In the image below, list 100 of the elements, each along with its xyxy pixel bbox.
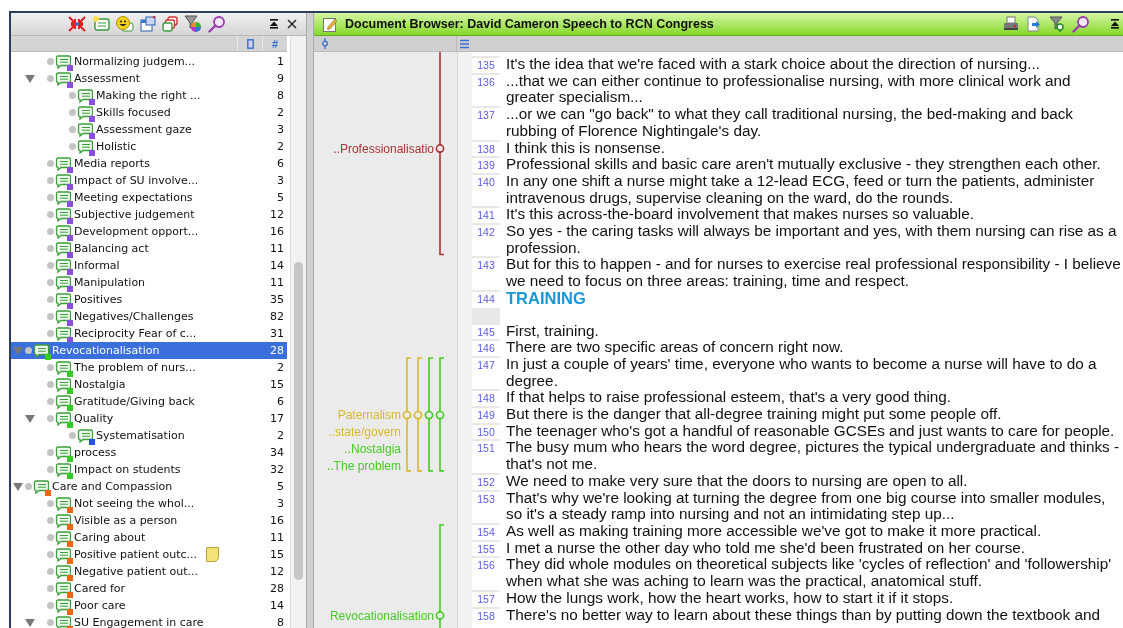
- shrink-arrows-icon: [68, 16, 86, 32]
- color-funnel-icon: [184, 15, 202, 33]
- tree-item[interactable]: Poor care 14: [11, 597, 288, 614]
- code-icon: [55, 309, 71, 324]
- color-funnel-button[interactable]: [183, 15, 203, 33]
- code-icon: [55, 190, 71, 205]
- tree-item[interactable]: Manipulation 11: [11, 274, 288, 291]
- shrink-arrows-button[interactable]: [67, 16, 87, 32]
- code-margin-icon[interactable]: [321, 38, 329, 49]
- item-label: Cared for: [74, 582, 126, 595]
- dot-icon: [69, 126, 76, 133]
- column-icon[interactable]: [246, 38, 254, 49]
- smiley-button[interactable]: [115, 16, 135, 32]
- item-count: 3: [277, 497, 285, 510]
- item-label: Gratitude/Giving back: [74, 395, 195, 408]
- expand-arrow-icon[interactable]: [25, 415, 35, 423]
- code-icon: [55, 71, 71, 86]
- export-document-button[interactable]: [1025, 15, 1043, 33]
- dot-icon: [25, 483, 32, 490]
- search-icon: [1072, 15, 1090, 33]
- tree-item[interactable]: Cared for 28: [11, 580, 288, 597]
- item-count: 82: [270, 310, 285, 323]
- item-count: 9: [277, 72, 285, 85]
- tree-item[interactable]: Nostalgia 15: [11, 376, 288, 393]
- item-count: 17: [270, 412, 285, 425]
- window-button[interactable]: [139, 16, 157, 32]
- paragraph: ...or we can "go back" to what they call traditional nursing, the bed-making and back rubbing of Florence Nightingale's day.: [506, 105, 1073, 139]
- code-icon: [77, 105, 93, 120]
- tree-item[interactable]: Systematisation 2: [11, 427, 288, 444]
- tree-item[interactable]: Development opport... 16: [11, 223, 288, 240]
- item-count: 16: [270, 225, 285, 238]
- expand-arrow-icon[interactable]: [25, 619, 35, 627]
- windows-button[interactable]: [161, 16, 179, 32]
- dot-icon: [47, 58, 54, 65]
- tree-item[interactable]: Positives 35: [11, 291, 288, 308]
- filter-button[interactable]: [1048, 15, 1066, 33]
- tree-item[interactable]: Negative patient out... 12: [11, 563, 288, 580]
- tree-item[interactable]: Assessment gaze 3: [11, 121, 288, 138]
- dot-icon: [47, 398, 54, 405]
- tree-item[interactable]: Caring about 11: [11, 529, 288, 546]
- search-button[interactable]: [207, 15, 227, 33]
- item-label: Systematisation: [96, 429, 185, 442]
- item-label: Negatives/Challenges: [74, 310, 194, 323]
- tree-item[interactable]: Quality 17: [11, 410, 288, 427]
- code-icon: [55, 173, 71, 188]
- code-icon: [55, 275, 71, 290]
- tree-item[interactable]: Assessment 9: [11, 70, 288, 87]
- item-label: Assessment: [74, 72, 140, 85]
- expand-arrow-icon[interactable]: [25, 75, 35, 83]
- printer-icon: [1003, 16, 1019, 32]
- item-count: 8: [277, 89, 285, 102]
- paragraph: There's no better way to learn about these things than by putting down the textbook and: [506, 605, 1100, 623]
- tree-item[interactable]: Revocationalisation 28: [11, 342, 288, 359]
- paragraph: I think this is nonsense.: [506, 138, 665, 156]
- dot-icon: [25, 347, 32, 354]
- code-label[interactable]: ..Professionalisatio: [333, 140, 434, 157]
- code-icon: [55, 598, 71, 613]
- search-button[interactable]: [1071, 15, 1091, 33]
- section-heading: TRAINING: [506, 288, 586, 307]
- memo-note-icon[interactable]: [206, 547, 220, 562]
- tree-item[interactable]: The problem of nurs... 2: [11, 359, 288, 376]
- tree-item[interactable]: Visible as a person 16: [11, 512, 288, 529]
- tree-item[interactable]: SU Engagement in care 8: [11, 614, 288, 628]
- tree-item[interactable]: Media reports 6: [11, 155, 288, 172]
- paragraph: If that helps to raise professional esteem, that's a very good thing.: [506, 388, 952, 406]
- tree-item[interactable]: Holistic 2: [11, 138, 288, 155]
- lines-icon[interactable]: [460, 38, 469, 49]
- tree-item[interactable]: Meeting expectations 5: [11, 189, 288, 206]
- tree-item[interactable]: Making the right ... 8: [11, 87, 288, 104]
- code-icon: [55, 615, 71, 628]
- tree-item[interactable]: Care and Compassion 5: [11, 478, 288, 495]
- item-label: Subjective judgement: [74, 208, 195, 221]
- tree-item[interactable]: Subjective judgement 12: [11, 206, 288, 223]
- scrollbar-thumb[interactable]: [294, 262, 303, 580]
- tree-item[interactable]: Not seeing the whol... 3: [11, 495, 288, 512]
- tree-item[interactable]: Normalizing judgem... 1: [11, 53, 288, 70]
- dot-icon: [47, 415, 54, 422]
- tree-item[interactable]: process 34: [11, 444, 288, 461]
- dot-icon: [69, 432, 76, 439]
- printer-button[interactable]: [1002, 15, 1020, 33]
- tree-item[interactable]: Impact of SU involve... 3: [11, 172, 288, 189]
- tree-item[interactable]: Informal 14: [11, 257, 288, 274]
- tree-item[interactable]: Balancing act 11: [11, 240, 288, 257]
- dot-icon: [69, 92, 76, 99]
- item-label: Making the right ...: [96, 89, 201, 102]
- pencil-note-icon: [323, 16, 338, 32]
- item-count: 5: [277, 480, 285, 493]
- tree-item[interactable]: Reciprocity Fear of c... 31: [11, 325, 288, 342]
- code-bracket[interactable]: [435, 52, 445, 256]
- item-label: Quality: [74, 412, 114, 425]
- tree-item[interactable]: Positive patient outc... 15: [11, 546, 288, 563]
- dot-icon: [47, 160, 54, 167]
- item-count: 8: [277, 616, 285, 628]
- tree-item[interactable]: Impact on students 32: [11, 461, 288, 478]
- tree-item[interactable]: Negatives/Challenges 82: [11, 308, 288, 325]
- tree-item[interactable]: Gratitude/Giving back 6: [11, 393, 288, 410]
- tree-item[interactable]: Skills focused 2: [11, 104, 288, 121]
- item-label: Visible as a person: [74, 514, 178, 527]
- code-icon: [55, 54, 71, 69]
- item-count: 11: [270, 242, 285, 255]
